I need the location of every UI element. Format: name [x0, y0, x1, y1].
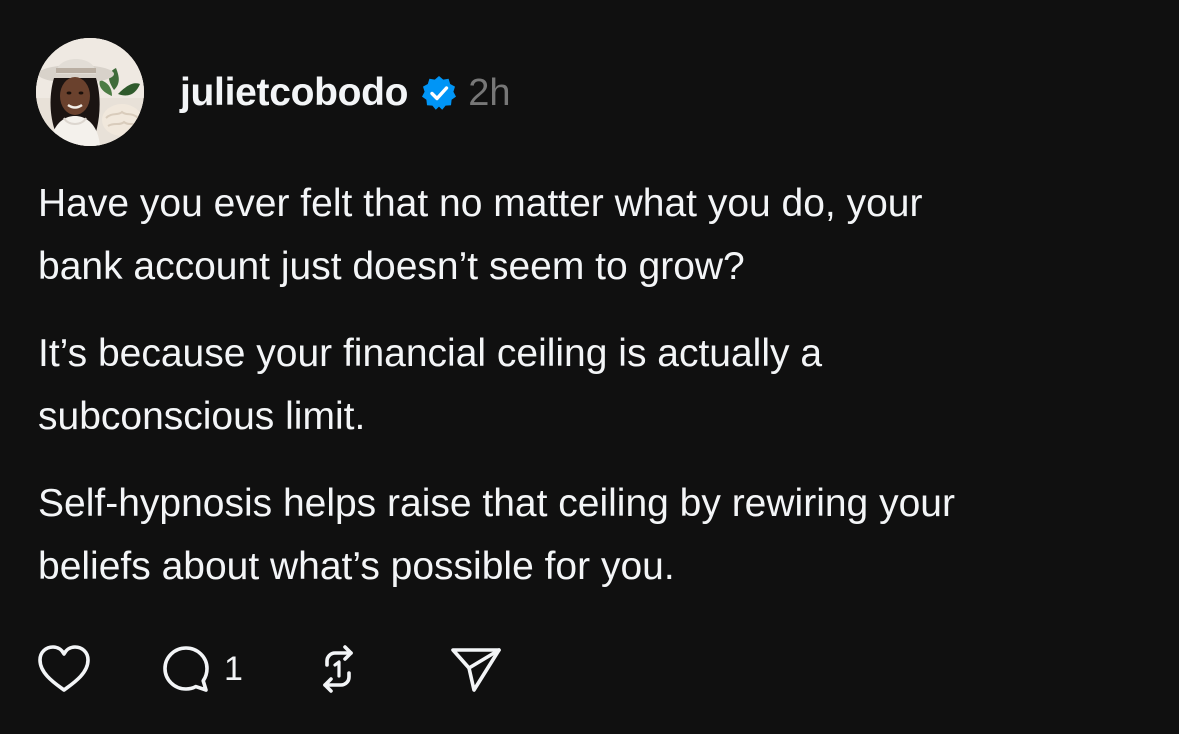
- post-paragraph: Self-hypnosis helps raise that ceiling b…: [38, 482, 955, 588]
- post-actions: 1: [36, 640, 503, 698]
- username[interactable]: julietcobodo: [180, 71, 409, 115]
- heart-icon: [38, 645, 90, 692]
- share-button[interactable]: [449, 644, 503, 694]
- reply-button[interactable]: 1: [160, 643, 243, 695]
- repost-icon: [323, 645, 353, 693]
- send-icon: [451, 648, 501, 692]
- post-body: Have you ever felt that no matter what y…: [38, 172, 1148, 622]
- thread-post: julietcobodo 2h Have you ever felt that …: [0, 0, 1179, 734]
- verified-badge-icon: [420, 74, 458, 112]
- avatar[interactable]: [36, 38, 144, 146]
- like-button[interactable]: [36, 644, 92, 694]
- post-paragraph: Have you ever felt that no matter what y…: [38, 182, 923, 288]
- post-header: julietcobodo 2h: [180, 68, 511, 118]
- repost-button[interactable]: [313, 644, 363, 694]
- reply-count: 1: [224, 649, 243, 688]
- profile-photo-avatar: [36, 38, 144, 146]
- post-paragraph: It’s because your financial ceiling is a…: [38, 332, 823, 438]
- post-timestamp: 2h: [468, 71, 511, 114]
- comment-icon: [163, 646, 209, 692]
